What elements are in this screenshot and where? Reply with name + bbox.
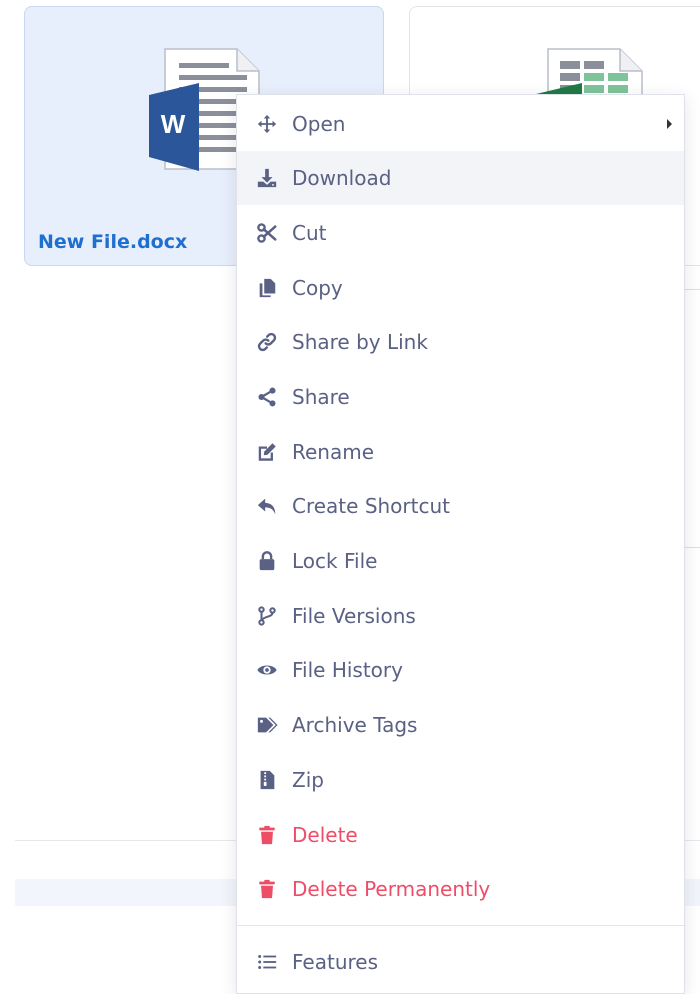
move-arrows-icon (254, 112, 280, 136)
link-icon (254, 330, 280, 354)
menu-item-label: Share by Link (292, 330, 428, 354)
share-icon (254, 385, 280, 409)
lock-icon (254, 549, 280, 573)
menu-item-delete-permanently[interactable]: Delete Permanently (237, 862, 684, 916)
download-icon (254, 166, 280, 190)
svg-text:W: W (161, 109, 186, 139)
eye-icon (254, 658, 280, 682)
menu-item-label: Open (292, 112, 346, 136)
menu-item-create-shortcut[interactable]: Create Shortcut (237, 479, 684, 533)
menu-item-label: Create Shortcut (292, 494, 450, 518)
menu-item-label: Delete Permanently (292, 877, 491, 901)
context-menu: Open Download Cut Copy Share by Link Share Ren… (236, 94, 685, 994)
menu-item-features[interactable]: Features (237, 935, 684, 989)
menu-item-label: Archive Tags (292, 713, 418, 737)
menu-item-label: Zip (292, 768, 324, 792)
menu-item-label: Features (292, 950, 378, 974)
scissors-icon (254, 221, 280, 245)
menu-item-label: Lock File (292, 549, 378, 573)
menu-item-zip[interactable]: Zip (237, 753, 684, 807)
menu-item-lock-file[interactable]: Lock File (237, 534, 684, 588)
card-edge (684, 547, 700, 548)
menu-item-label: File History (292, 658, 403, 682)
branch-icon (254, 604, 280, 628)
menu-divider (237, 925, 684, 926)
menu-item-label: Share (292, 385, 350, 409)
menu-item-share[interactable]: Share (237, 370, 684, 424)
menu-item-label: Download (292, 166, 392, 190)
menu-item-open[interactable]: Open (237, 97, 684, 151)
trash-icon (254, 823, 280, 847)
menu-item-share-by-link[interactable]: Share by Link (237, 315, 684, 369)
file-name[interactable]: New File.docx (38, 231, 187, 253)
menu-item-label: Cut (292, 221, 327, 245)
menu-item-archive-tags[interactable]: Archive Tags (237, 698, 684, 752)
submenu-arrow-icon (667, 119, 672, 129)
menu-item-delete[interactable]: Delete (237, 808, 684, 862)
menu-item-label: Copy (292, 276, 343, 300)
menu-item-label: File Versions (292, 604, 416, 628)
reply-arrow-icon (254, 494, 280, 518)
card-edge (684, 289, 700, 290)
list-icon (254, 950, 280, 974)
tags-icon (254, 713, 280, 737)
menu-item-copy[interactable]: Copy (237, 261, 684, 315)
zip-file-icon (254, 768, 280, 792)
menu-item-label: Rename (292, 440, 375, 464)
copy-icon (254, 276, 280, 300)
menu-item-file-versions[interactable]: File Versions (237, 589, 684, 643)
menu-item-label: Delete (292, 823, 358, 847)
menu-item-rename[interactable]: Rename (237, 425, 684, 479)
edit-icon (254, 440, 280, 464)
menu-item-download[interactable]: Download (237, 151, 684, 205)
menu-item-cut[interactable]: Cut (237, 206, 684, 260)
trash-icon (254, 877, 280, 901)
menu-item-file-history[interactable]: File History (237, 643, 684, 697)
